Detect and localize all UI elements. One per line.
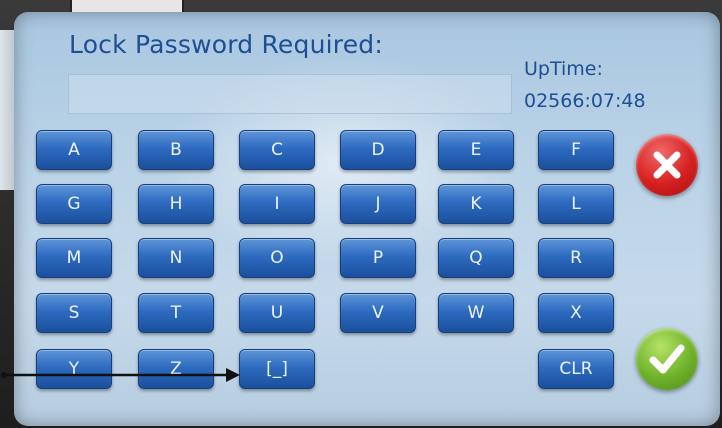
key-x[interactable]: X [538,293,614,333]
key-d[interactable]: D [340,130,416,170]
key-m[interactable]: M [36,238,112,278]
key-r[interactable]: R [538,238,614,278]
uptime-label: UpTime: [524,58,603,80]
touch-screen: Lock Password Required: UpTime: 02566:07… [14,12,720,426]
key-t[interactable]: T [138,293,214,333]
key-i[interactable]: I [239,184,315,224]
key-v[interactable]: V [340,293,416,333]
check-icon [649,344,685,374]
key-space[interactable]: [_] [239,349,315,389]
key-b[interactable]: B [138,130,214,170]
key-l[interactable]: L [538,184,614,224]
key-n[interactable]: N [138,238,214,278]
dialog-title: Lock Password Required: [69,30,383,59]
key-f[interactable]: F [538,130,614,170]
key-y[interactable]: Y [36,349,112,389]
key-h[interactable]: H [138,184,214,224]
key-p[interactable]: P [340,238,416,278]
password-field[interactable] [68,74,512,114]
key-k[interactable]: K [438,184,514,224]
key-o[interactable]: O [239,238,315,278]
key-c[interactable]: C [239,130,315,170]
key-z[interactable]: Z [138,349,214,389]
close-icon [653,151,681,179]
uptime-value: 02566:07:48 [524,90,646,112]
key-u[interactable]: U [239,293,315,333]
key-s[interactable]: S [36,293,112,333]
key-q[interactable]: Q [438,238,514,278]
key-g[interactable]: G [36,184,112,224]
key-j[interactable]: J [340,184,416,224]
key-e[interactable]: E [438,130,514,170]
confirm-button[interactable] [636,328,698,390]
key-clear[interactable]: CLR [538,349,614,389]
key-w[interactable]: W [438,293,514,333]
cancel-button[interactable] [636,134,698,196]
key-a[interactable]: A [36,130,112,170]
